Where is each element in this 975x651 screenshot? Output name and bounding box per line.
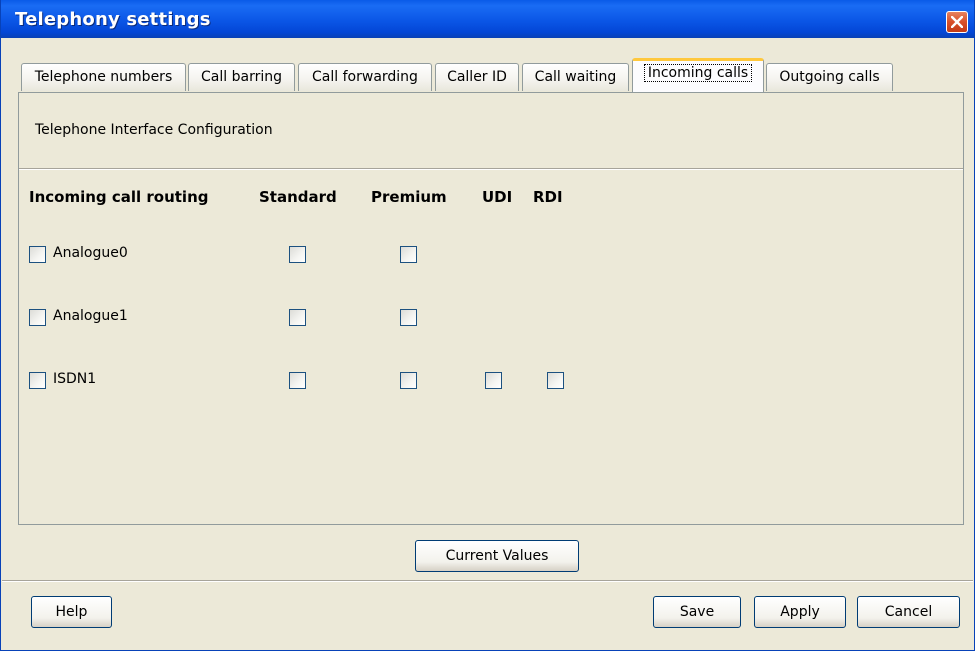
analogue0-enable-checkbox[interactable] [29,246,46,263]
cancel-button[interactable]: Cancel [857,596,960,628]
tab-incoming-calls[interactable]: Incoming calls [632,58,764,92]
tab-label: Call forwarding [312,69,418,85]
window-title: Telephony settings [15,9,211,30]
apply-button[interactable]: Apply [754,596,846,628]
tab-telephone-numbers[interactable]: Telephone numbers [21,63,186,91]
isdn1-standard-checkbox[interactable] [289,372,306,389]
analogue1-enable-checkbox[interactable] [29,309,46,326]
section-divider [19,168,963,170]
current-values-button[interactable]: Current Values [415,540,579,572]
column-header-udi: UDI [482,188,513,206]
tab-label: Call waiting [534,69,617,85]
save-button[interactable]: Save [653,596,741,628]
incoming-calls-panel [18,92,964,525]
help-button[interactable]: Help [31,596,112,628]
isdn1-udi-checkbox[interactable] [485,372,502,389]
tab-call-barring[interactable]: Call barring [188,63,295,91]
tab-label: Outgoing calls [779,69,880,85]
close-button[interactable] [946,11,968,33]
row-label-analogue1: Analogue1 [53,308,128,324]
tab-label: Incoming calls [643,64,753,82]
telephony-settings-window: Telephony settings Telephone numbers Cal… [0,0,975,651]
column-header-standard: Standard [259,188,337,206]
analogue0-standard-checkbox[interactable] [289,246,306,263]
analogue1-premium-checkbox[interactable] [400,309,417,326]
analogue0-premium-checkbox[interactable] [400,246,417,263]
footer-separator [2,580,973,582]
tab-caller-id[interactable]: Caller ID [435,63,519,91]
isdn1-enable-checkbox[interactable] [29,372,46,389]
section-label: Telephone Interface Configuration [35,122,273,138]
row-label-analogue0: Analogue0 [53,245,128,261]
column-header-premium: Premium [371,188,447,206]
analogue1-standard-checkbox[interactable] [289,309,306,326]
close-icon [951,16,963,28]
tab-label: Caller ID [447,69,507,85]
isdn1-rdi-checkbox[interactable] [547,372,564,389]
tab-call-waiting[interactable]: Call waiting [522,63,629,91]
column-header-routing: Incoming call routing [29,188,209,206]
row-label-isdn1: ISDN1 [53,371,97,387]
tab-label: Telephone numbers [34,69,173,85]
title-bar[interactable]: Telephony settings [1,0,974,38]
tab-call-forwarding[interactable]: Call forwarding [298,63,432,91]
column-header-rdi: RDI [533,188,563,206]
tab-outgoing-calls[interactable]: Outgoing calls [766,63,893,91]
tab-label: Call barring [201,69,282,85]
isdn1-premium-checkbox[interactable] [400,372,417,389]
